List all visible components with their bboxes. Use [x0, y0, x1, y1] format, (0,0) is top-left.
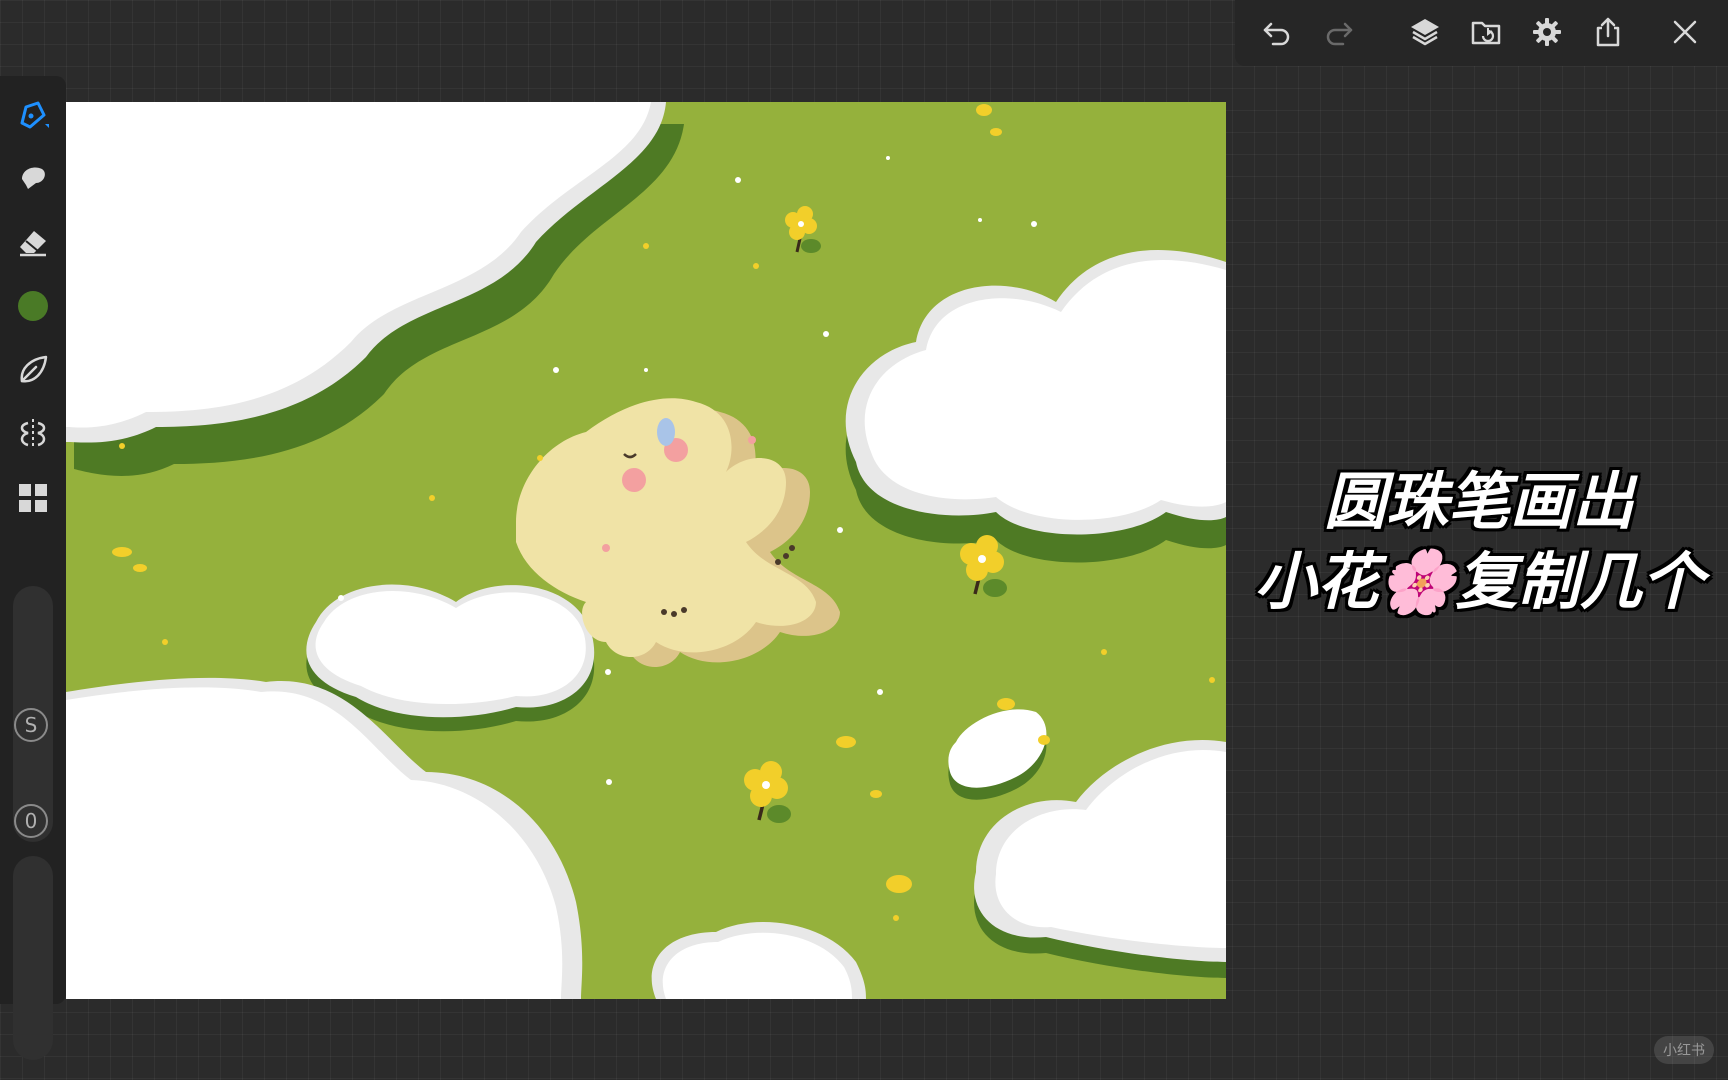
opacity-value[interactable]: 0 — [14, 804, 48, 838]
redo-button[interactable] — [1319, 12, 1359, 52]
grid-icon — [19, 484, 47, 512]
watermark: 小红书 — [1654, 1036, 1714, 1064]
smudge-tool[interactable] — [13, 158, 53, 198]
share-icon — [1596, 17, 1620, 47]
gallery-tool[interactable] — [13, 478, 53, 518]
settings-button[interactable] — [1527, 12, 1567, 52]
symmetry-icon — [20, 419, 46, 449]
import-button[interactable] — [1466, 12, 1506, 52]
undo-button[interactable] — [1257, 12, 1297, 52]
stabilizer-toggle[interactable]: S — [14, 708, 48, 742]
overlay-caption: 圆珠笔画出 小花🌸复制几个 — [1230, 462, 1728, 622]
share-button[interactable] — [1588, 12, 1628, 52]
left-toolbar: S 0 — [0, 76, 66, 1060]
pen-icon — [20, 101, 49, 129]
eraser-tool[interactable] — [13, 222, 53, 262]
layers-button[interactable] — [1405, 12, 1445, 52]
smudge-icon — [22, 167, 45, 189]
undo-icon — [1263, 22, 1290, 46]
color-swatch[interactable] — [13, 286, 53, 326]
redo-icon — [1326, 22, 1353, 46]
close-button[interactable] — [1665, 12, 1705, 52]
pen-tool[interactable] — [13, 94, 53, 134]
import-icon — [1471, 21, 1501, 45]
eraser-icon — [20, 231, 46, 257]
caption-line-1: 圆珠笔画出 — [1323, 465, 1634, 538]
top-toolbar — [1235, 0, 1728, 66]
layers-icon — [1411, 19, 1439, 46]
drawing-canvas[interactable] — [66, 102, 1226, 999]
brush-library[interactable] — [13, 350, 53, 390]
close-icon — [1673, 20, 1697, 44]
artwork — [66, 102, 1226, 999]
leaf-brush-icon — [20, 355, 48, 383]
opacity-slider[interactable] — [13, 856, 53, 1060]
symmetry-tool[interactable] — [13, 414, 53, 454]
gear-icon — [1533, 18, 1561, 46]
caption-line-2: 小花🌸复制几个 — [1254, 545, 1704, 618]
